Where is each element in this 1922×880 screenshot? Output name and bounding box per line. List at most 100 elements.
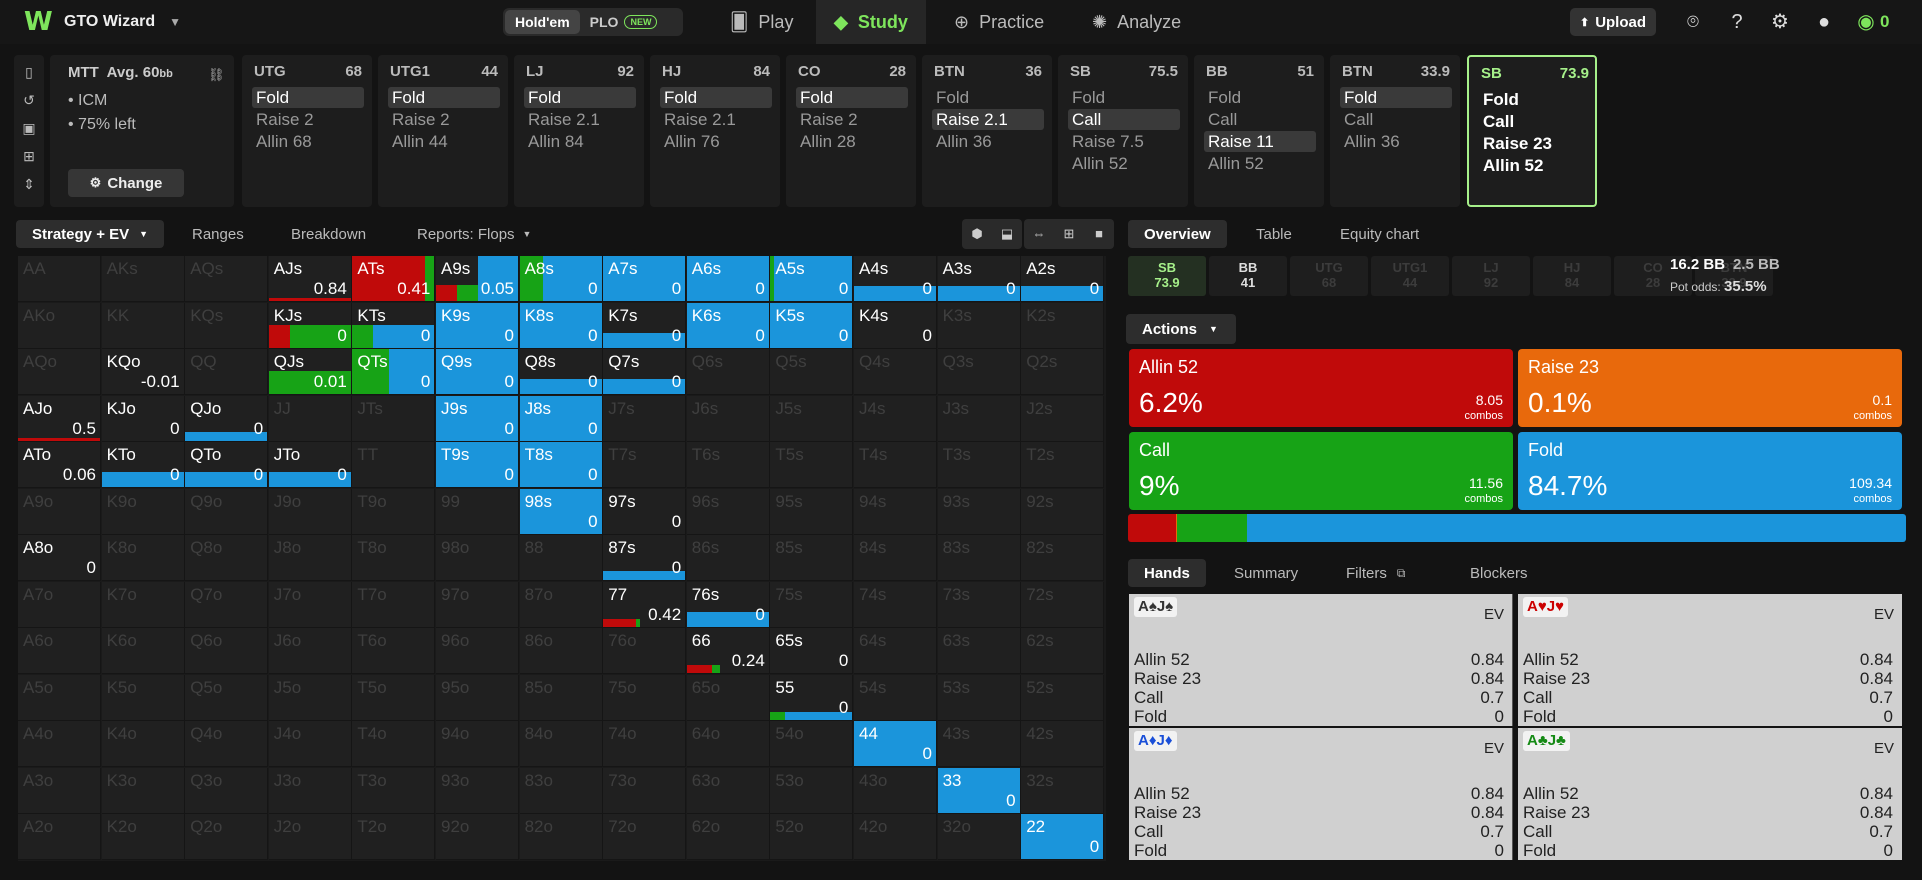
matrix-cell[interactable]: 84o [519, 721, 603, 767]
matrix-cell[interactable]: A4o [18, 721, 101, 767]
position-action[interactable]: Fold [388, 87, 500, 108]
position-action[interactable]: Raise 23 [1479, 133, 1591, 154]
matrix-cell[interactable]: AQs [185, 256, 269, 302]
position-action[interactable]: Fold [1479, 89, 1591, 110]
matrix-cell[interactable]: 54o [770, 721, 854, 767]
tab-overview[interactable]: Overview [1128, 220, 1227, 248]
matrix-cell[interactable]: Q9s 0 [436, 349, 519, 395]
matrix-cell[interactable]: T6o [352, 628, 436, 674]
tab-table[interactable]: Table [1240, 220, 1308, 248]
matrix-cell[interactable]: T9o [352, 488, 436, 535]
matrix-cell[interactable]: J3o [268, 767, 352, 814]
matrix-cell[interactable]: T5o [352, 674, 436, 721]
combo-card[interactable]: A♦J♦ EV Allin 52 0.84 Raise 23 0.84 Call 0.7 Fol… [1129, 728, 1513, 860]
position-action[interactable]: Allin 84 [524, 131, 636, 152]
matrix-cell[interactable]: A8s 0 [519, 256, 603, 302]
position-action[interactable]: Call [1479, 111, 1591, 132]
position-action[interactable]: Allin 36 [1340, 131, 1452, 152]
matrix-cell[interactable]: A6s 0 [686, 256, 770, 302]
matrix-cell[interactable]: 86o [519, 628, 603, 674]
matrix-cell[interactable]: 76o [603, 628, 687, 674]
matrix-cell[interactable]: 97s 0 [603, 488, 687, 535]
square-icon[interactable]: ■ [1084, 219, 1114, 249]
tab-summary[interactable]: Summary [1218, 559, 1314, 587]
matrix-cell[interactable]: J5s [770, 395, 854, 442]
matrix-cell[interactable]: 73s [937, 581, 1021, 628]
chevron-down-icon[interactable]: ▼ [169, 15, 181, 29]
matrix-cell[interactable]: 82s [1021, 535, 1105, 581]
matrix-cell[interactable]: J9s 0 [436, 395, 519, 442]
matrix-cell[interactable]: 83s [937, 535, 1021, 581]
matrix-cell[interactable]: 33 0 [937, 767, 1021, 814]
position-action[interactable]: Raise 2.1 [524, 109, 636, 130]
matrix-cell[interactable]: AQo [18, 349, 101, 395]
position-card-btn[interactable]: BTN 33.9 Fold Call Allin 36 [1330, 55, 1460, 207]
matrix-cell[interactable]: K4s 0 [854, 302, 937, 349]
matrix-cell[interactable]: A6o [18, 628, 101, 674]
tab-breakdown[interactable]: Breakdown [275, 220, 382, 248]
actions-dropdown[interactable]: Actions ▼ [1126, 314, 1236, 344]
tab-ranges[interactable]: Ranges [176, 220, 260, 248]
grid-icon[interactable]: ⊞ [1054, 219, 1084, 249]
gamepad-icon[interactable]: ⊞ [19, 146, 39, 166]
matrix-cell[interactable]: Q5s [770, 349, 854, 395]
matrix-cell[interactable]: J8s 0 [519, 395, 603, 442]
matrix-cell[interactable]: J9o [268, 488, 352, 535]
seat-hj[interactable]: HJ 84 [1533, 256, 1611, 296]
position-card-btn[interactable]: BTN 36 Fold Raise 2.1 Allin 36 [922, 55, 1052, 207]
position-card-lj[interactable]: LJ 92 Fold Raise 2.1 Allin 84 [514, 55, 644, 207]
matrix-cell[interactable]: 73o [603, 767, 687, 814]
matrix-cell[interactable]: K2o [101, 814, 185, 860]
matrix-cell[interactable]: T4s [854, 442, 937, 488]
position-card-bb[interactable]: BB 51 Fold Call Raise 11 Allin 52 [1194, 55, 1324, 207]
matrix-cell[interactable]: 32s [1021, 767, 1105, 814]
combo-card[interactable]: A♥J♥ EV Allin 52 0.84 Raise 23 0.84 Call 0.7 Fol… [1518, 594, 1902, 726]
position-card-co[interactable]: CO 28 Fold Raise 2 Allin 28 [786, 55, 916, 207]
matrix-cell[interactable]: 93s [937, 488, 1021, 535]
compress-icon[interactable]: ⇔ [1024, 219, 1054, 249]
matrix-cell[interactable]: K6o [101, 628, 185, 674]
matrix-cell[interactable]: 93o [436, 767, 519, 814]
matrix-cell[interactable]: 76s 0 [686, 581, 770, 628]
matrix-cell[interactable]: K2s [1021, 302, 1105, 349]
matrix-cell[interactable]: J5o [268, 674, 352, 721]
matrix-cell[interactable]: QJs 0.01 [268, 349, 352, 395]
matrix-cell[interactable]: K9o [101, 488, 185, 535]
matrix-cell[interactable]: Q8o [185, 535, 269, 581]
position-card-utg[interactable]: UTG 68 Fold Raise 2 Allin 68 [242, 55, 372, 207]
matrix-cell[interactable]: A4s 0 [854, 256, 937, 302]
matrix-cell[interactable]: Q6s [686, 349, 770, 395]
matrix-cell[interactable]: AKs [101, 256, 185, 302]
gear-icon[interactable]: ⚙ [1768, 10, 1792, 34]
matrix-cell[interactable]: 83o [519, 767, 603, 814]
position-action[interactable]: Raise 2.1 [932, 109, 1044, 130]
matrix-cell[interactable]: A7s 0 [603, 256, 687, 302]
matrix-cell[interactable]: KJs 0 [268, 302, 352, 349]
matrix-cell[interactable]: JJ [268, 395, 352, 442]
matrix-cell[interactable]: 88 [519, 535, 603, 581]
seat-utg1[interactable]: UTG1 44 [1371, 256, 1449, 296]
matrix-cell[interactable]: 94o [436, 721, 519, 767]
matrix-cell[interactable]: A2s 0 [1021, 256, 1105, 302]
matrix-cell[interactable]: 22 0 [1021, 814, 1105, 860]
position-action[interactable]: Allin 68 [252, 131, 364, 152]
reset-icon[interactable]: ↺ [19, 90, 39, 110]
matrix-cell[interactable]: K3s [937, 302, 1021, 349]
matrix-cell[interactable]: K5o [101, 674, 185, 721]
matrix-cell[interactable]: 82o [519, 814, 603, 860]
nav-analyze[interactable]: ✺ Analyze [1074, 0, 1199, 44]
position-action[interactable]: Raise 2 [388, 109, 500, 130]
matrix-cell[interactable]: K3o [101, 767, 185, 814]
matrix-cell[interactable]: T6s [686, 442, 770, 488]
matrix-cell[interactable]: K5s 0 [770, 302, 854, 349]
matrix-cell[interactable]: J3s [937, 395, 1021, 442]
nav-practice[interactable]: ⊕ Practice [936, 0, 1062, 44]
position-action[interactable]: Fold [796, 87, 908, 108]
matrix-cell[interactable]: 72s [1021, 581, 1105, 628]
matrix-cell[interactable]: 72o [603, 814, 687, 860]
matrix-cell[interactable]: T3o [352, 767, 436, 814]
matrix-cell[interactable]: Q2s [1021, 349, 1105, 395]
matrix-cell[interactable]: 62o [686, 814, 770, 860]
matrix-cell[interactable]: J4s [854, 395, 937, 442]
action-box-fold[interactable]: Fold 84.7% 109.34 combos [1518, 432, 1902, 510]
